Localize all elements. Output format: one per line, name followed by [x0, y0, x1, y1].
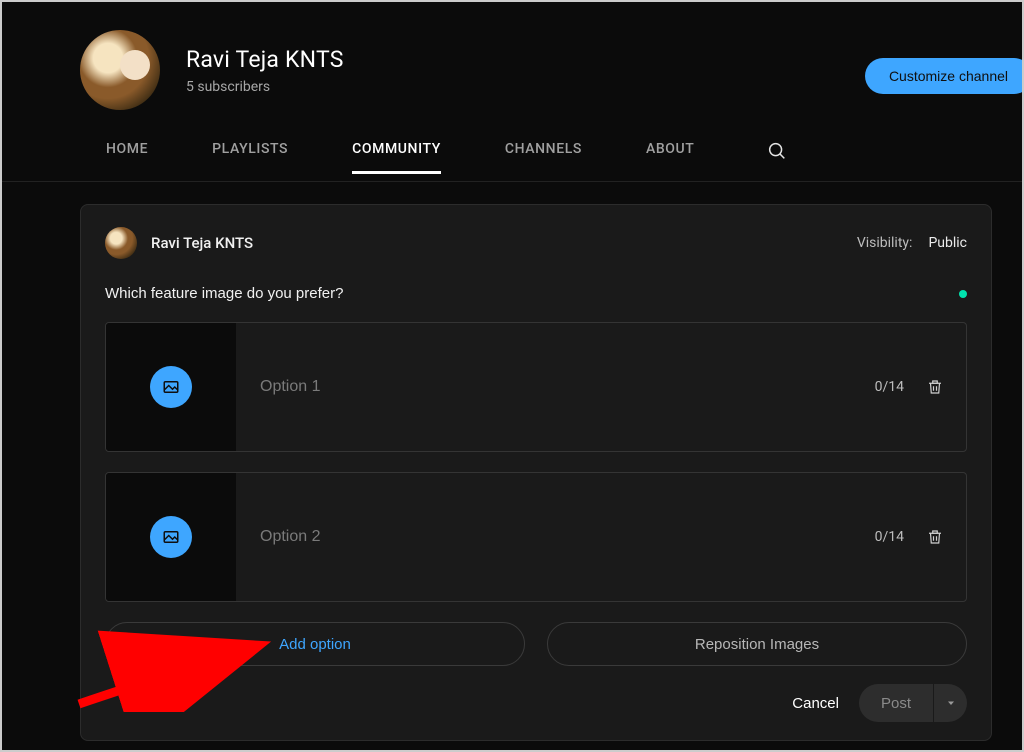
- post-menu-button[interactable]: [933, 684, 967, 722]
- option-text-input[interactable]: [260, 378, 875, 396]
- poll-option: 0/14: [105, 472, 967, 602]
- channel-subscribers: 5 subscribers: [186, 79, 344, 95]
- cancel-button[interactable]: Cancel: [792, 695, 839, 712]
- channel-text: Ravi Teja KNTS 5 subscribers: [186, 46, 344, 95]
- image-icon: [162, 528, 180, 546]
- delete-option-button[interactable]: [924, 526, 946, 548]
- add-option-button[interactable]: Add option: [105, 622, 525, 666]
- community-post-composer: Ravi Teja KNTS Visibility: Public: [80, 204, 992, 741]
- post-button-group: Post: [859, 684, 967, 722]
- option-char-count: 0/14: [875, 379, 904, 395]
- tab-about[interactable]: ABOUT: [646, 141, 694, 174]
- channel-name: Ravi Teja KNTS: [186, 46, 344, 73]
- tab-search-button[interactable]: [766, 140, 788, 176]
- composer-header: Ravi Teja KNTS Visibility: Public: [105, 227, 967, 259]
- poll-question-input[interactable]: [105, 285, 795, 302]
- channel-header: Ravi Teja KNTS 5 subscribers Customize c…: [2, 2, 1022, 110]
- visibility-label: Visibility:: [857, 235, 913, 251]
- delete-option-button[interactable]: [924, 376, 946, 398]
- tab-home[interactable]: HOME: [106, 141, 148, 174]
- channel-tabs: HOME PLAYLISTS COMMUNITY CHANNELS ABOUT: [2, 134, 1022, 182]
- chevron-down-icon: [945, 697, 957, 709]
- poll-option: 0/14: [105, 322, 967, 452]
- channel-avatar[interactable]: [80, 30, 160, 110]
- option-char-count: 0/14: [875, 529, 904, 545]
- visibility-selector[interactable]: Visibility: Public: [857, 235, 967, 251]
- tab-playlists[interactable]: PLAYLISTS: [212, 141, 288, 174]
- composer-avatar: [105, 227, 137, 259]
- trash-icon: [926, 527, 944, 547]
- tab-community[interactable]: COMMUNITY: [352, 141, 441, 174]
- option-image-upload[interactable]: [106, 473, 236, 601]
- customize-channel-button[interactable]: Customize channel: [865, 58, 1022, 94]
- visibility-value: Public: [928, 235, 967, 251]
- composer-author: Ravi Teja KNTS: [151, 234, 253, 252]
- post-button[interactable]: Post: [859, 684, 933, 722]
- tab-channels[interactable]: CHANNELS: [505, 141, 582, 174]
- option-image-upload[interactable]: [106, 323, 236, 451]
- app-frame: Ravi Teja KNTS 5 subscribers Customize c…: [2, 2, 1022, 750]
- reposition-images-button[interactable]: Reposition Images: [547, 622, 967, 666]
- option-text-input[interactable]: [260, 528, 875, 546]
- save-status-dot-icon: [959, 290, 967, 298]
- trash-icon: [926, 377, 944, 397]
- image-icon: [162, 378, 180, 396]
- search-icon: [766, 140, 788, 162]
